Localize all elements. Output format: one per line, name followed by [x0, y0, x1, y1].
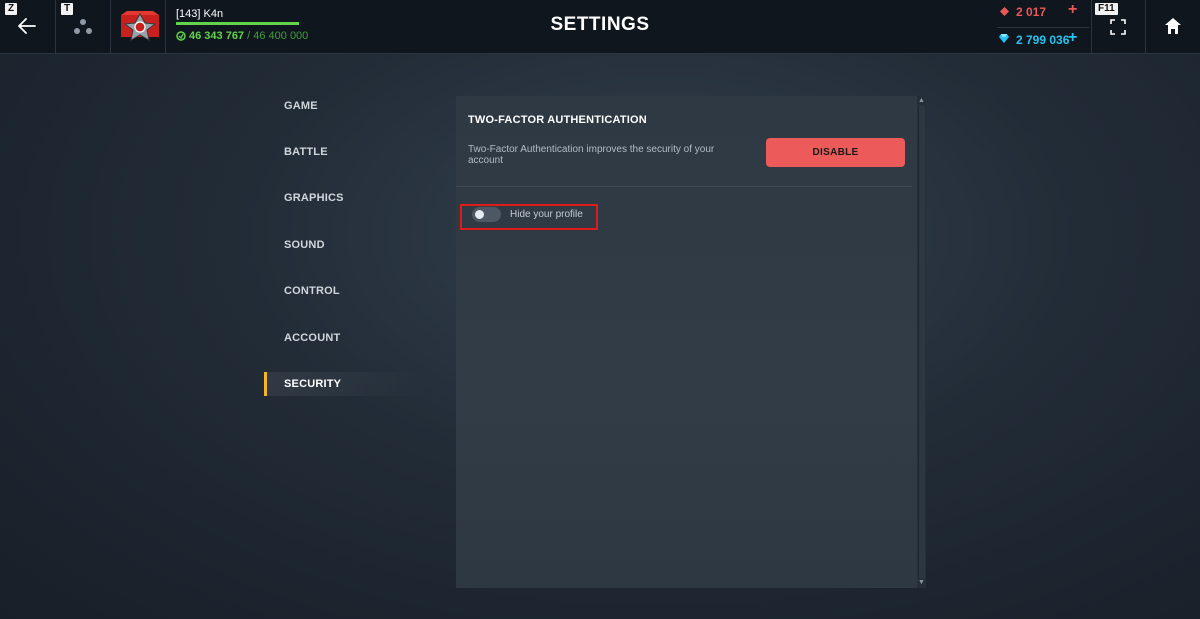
- nav-item-sound[interactable]: SOUND: [264, 233, 424, 257]
- section-divider: [456, 186, 912, 187]
- top-bar: Z T [143] K4n 46 343 767 / 46 400 000 SE…: [0, 0, 1200, 54]
- add-rubies-button[interactable]: +: [1068, 1, 1077, 19]
- crystal-count: 2 799 036: [1016, 33, 1070, 47]
- scrollbar-thumb[interactable]: [918, 106, 925, 578]
- fullscreen-icon: [1110, 19, 1126, 35]
- fullscreen-button[interactable]: F11: [1091, 0, 1146, 54]
- fullscreen-hotkey: F11: [1095, 3, 1118, 15]
- ruby-icon: [1000, 7, 1009, 16]
- nav-item-account[interactable]: ACCOUNT: [264, 326, 424, 350]
- nav-item-game[interactable]: GAME: [264, 94, 424, 118]
- crystal-icon: [999, 34, 1009, 43]
- nav-item-security[interactable]: SECURITY: [264, 372, 424, 396]
- ruby-count: 2 017: [1016, 5, 1047, 19]
- add-crystals-button[interactable]: +: [1068, 29, 1077, 47]
- security-panel: TWO-FACTOR AUTHENTICATION Two-Factor Aut…: [456, 96, 926, 588]
- nav-item-control[interactable]: CONTROL: [264, 279, 424, 303]
- scroll-up-arrow-icon[interactable]: ▲: [918, 97, 925, 105]
- hide-profile-label: Hide your profile: [510, 209, 583, 220]
- two-factor-description: Two-Factor Authentication improves the s…: [468, 144, 715, 166]
- hide-profile-toggle[interactable]: [472, 207, 501, 222]
- disable-two-factor-button[interactable]: DISABLE: [766, 138, 905, 167]
- two-factor-title: TWO-FACTOR AUTHENTICATION: [468, 114, 647, 126]
- nav-item-graphics[interactable]: GRAPHICS: [264, 186, 424, 210]
- nav-item-battle[interactable]: BATTLE: [264, 140, 424, 164]
- scrollbar[interactable]: ▲ ▼: [917, 96, 926, 588]
- home-button[interactable]: [1146, 0, 1200, 54]
- page-title: SETTINGS: [550, 14, 650, 35]
- home-icon: [1165, 18, 1181, 34]
- toggle-knob: [475, 210, 484, 219]
- scroll-down-arrow-icon[interactable]: ▼: [918, 579, 925, 587]
- currency-divider: [997, 27, 1089, 28]
